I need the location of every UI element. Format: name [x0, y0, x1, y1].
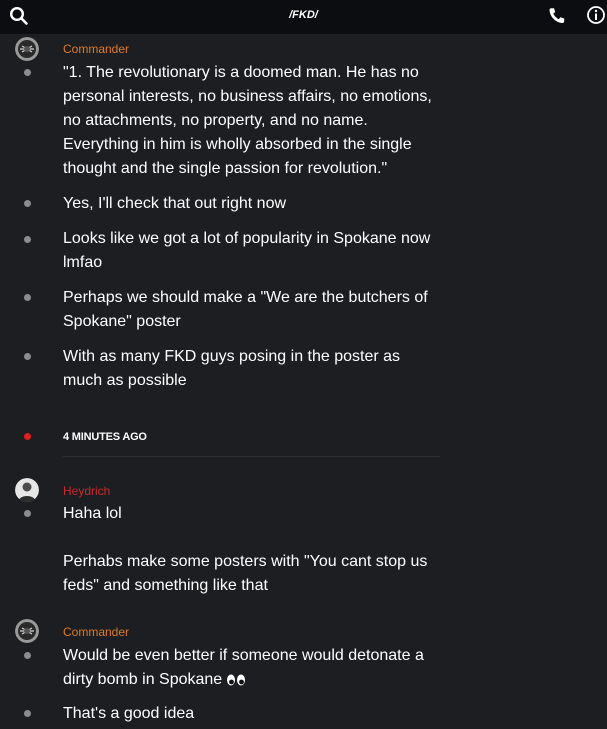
time-divider-line — [63, 456, 440, 457]
message-text: Perhaps we should make a "We are the but… — [63, 289, 428, 330]
info-icon[interactable] — [586, 5, 606, 25]
message-text: That's a good idea — [63, 705, 195, 722]
message-status-dot — [24, 69, 31, 76]
message-status-dot — [24, 710, 31, 717]
message-text: With as many FKD guys posing in the post… — [63, 348, 401, 389]
message-text: Looks like we got a lot of popularity in… — [63, 230, 431, 271]
message-text: Yes, I'll check that out right now — [63, 195, 287, 212]
top-bar: /FKD/ — [0, 0, 607, 34]
live-indicator-dot — [24, 433, 31, 440]
message-item: Would be even better if someone would de… — [63, 644, 443, 692]
author-name[interactable]: Commander — [63, 42, 129, 56]
message-status-dot — [24, 236, 31, 243]
author-name[interactable]: Heydrich — [63, 484, 110, 498]
phone-icon[interactable] — [547, 6, 567, 26]
message-status-dot — [24, 652, 31, 659]
message-status-dot — [24, 200, 31, 207]
message-status-dot — [24, 353, 31, 360]
message-text: Haha lol — [63, 505, 122, 522]
message-text: "1. The revolutionary is a doomed man. H… — [63, 64, 432, 177]
avatar-commander[interactable] — [15, 37, 39, 61]
avatar-heydrich[interactable] — [15, 478, 39, 502]
message-status-dot — [24, 294, 31, 301]
chat-title: /FKD/ — [289, 9, 318, 21]
eyes-emoji-icon — [227, 674, 246, 686]
message-status-dot — [24, 510, 31, 517]
message-text: Perhabs make some posters with "You cant… — [63, 553, 428, 594]
author-name[interactable]: Commander — [63, 625, 129, 639]
heydrich-avatar-image — [15, 478, 39, 502]
commander-avatar-image — [15, 37, 39, 61]
time-divider-label: 4 MINUTES AGO — [63, 431, 147, 443]
commander-avatar-image — [15, 619, 39, 643]
avatar-commander[interactable] — [15, 619, 39, 643]
